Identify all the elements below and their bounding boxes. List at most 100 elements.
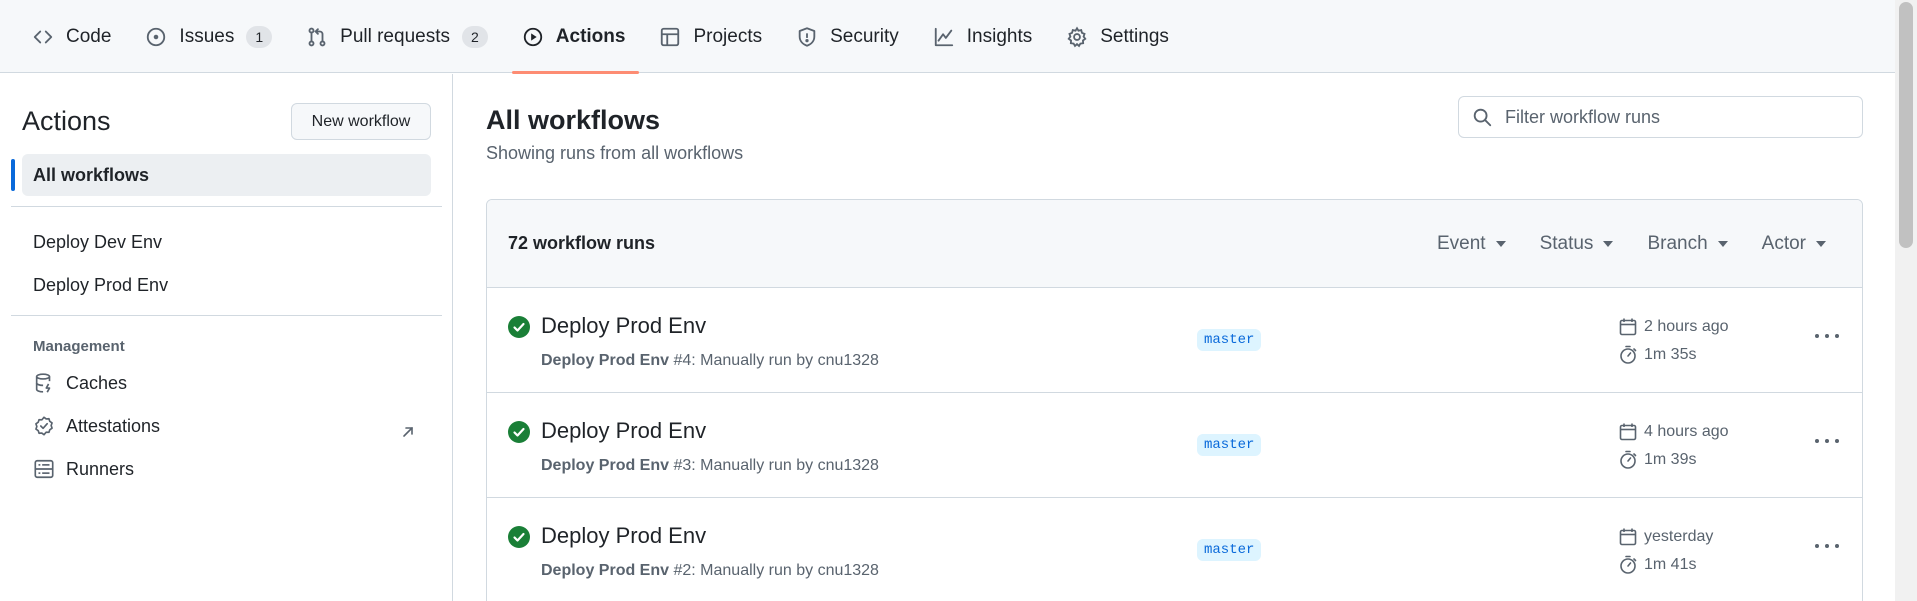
table-icon [659,26,681,48]
search-input[interactable] [1505,106,1845,128]
stopwatch-icon [1620,555,1637,574]
code-icon [32,26,54,48]
tab-security[interactable]: Security [794,0,913,73]
graph-icon [933,26,955,48]
run-duration-text: 1m 39s [1644,451,1697,468]
caret-down-icon [1816,241,1826,247]
run-meta: Deploy Prod Env #2: Manually run by cnu1… [541,562,879,580]
sidebar-divider [11,315,442,316]
sidebar-item-label: Caches [66,372,128,393]
tab-issues[interactable]: Issues 1 [143,0,286,73]
new-workflow-button[interactable]: New workflow [291,103,431,140]
tab-settings[interactable]: Settings [1064,0,1183,73]
calendar-icon [1619,528,1637,546]
gear-icon [1066,26,1088,48]
tab-code[interactable]: Code [30,0,125,73]
scrollbar-thumb[interactable] [1899,2,1913,248]
page-subtitle: Showing runs from all workflows [486,143,744,163]
workflow-run-row: Deploy Prod Env Deploy Prod Env #2: Manu… [487,498,1862,601]
page-scrollbar[interactable] [1895,0,1917,601]
calendar-icon [1619,318,1637,336]
run-options-kebab-icon[interactable] [1812,534,1842,558]
run-options-kebab-icon[interactable] [1812,429,1842,453]
tab-actions[interactable]: Actions [511,0,640,74]
runs-header: 72 workflow runs Event Status Branch Act… [487,200,1862,288]
verified-icon [33,415,55,437]
management-heading: Management [33,338,125,355]
tab-label: Settings [1100,25,1169,47]
sidebar-item-runners[interactable]: Runners [33,458,134,480]
play-icon [522,26,544,48]
workflow-run-row: Deploy Prod Env Deploy Prod Env #4: Manu… [487,288,1862,393]
branch-label[interactable]: master [1197,329,1262,351]
sidebar-item-label: Attestations [66,415,161,436]
run-options-kebab-icon[interactable] [1812,324,1842,348]
filter-branch-dropdown[interactable]: Branch [1647,233,1728,255]
sidebar-item-all-workflows[interactable]: All workflows [11,154,431,196]
success-check-icon [508,316,530,338]
run-detail: #4: Manually run by cnu1328 [673,352,879,369]
run-timestamp: yesterday [1618,527,1713,547]
filter-label: Status [1539,233,1594,254]
pull-requests-count-badge: 2 [461,25,488,48]
filter-label: Actor [1761,233,1806,254]
repo-nav: Code Issues 1 Pull requests 2 Actions Pr… [0,0,1895,74]
run-detail: #2: Manually run by cnu1328 [673,562,879,579]
actions-sidebar: Actions New workflow All workflows Deplo… [0,74,453,601]
run-detail: #3: Manually run by cnu1328 [673,457,879,474]
run-title-link[interactable]: Deploy Prod Env [541,523,706,549]
filter-label: Event [1436,233,1486,254]
runs-filters: Event Status Branch Actor [1403,200,1826,288]
filter-status-dropdown[interactable]: Status [1540,233,1614,255]
stopwatch-icon [1620,345,1637,364]
caret-down-icon [1603,241,1614,247]
run-title-link[interactable]: Deploy Prod Env [541,313,706,339]
workflow-run-row: Deploy Prod Env Deploy Prod Env #3: Manu… [487,393,1862,498]
shield-icon [796,26,818,48]
sidebar-item-caches[interactable]: Caches [33,372,127,394]
branch-label[interactable]: master [1197,434,1262,456]
search-icon [1473,108,1492,127]
runs-count: 72 workflow runs [508,233,656,253]
sidebar-item-deploy-dev-env[interactable]: Deploy Dev Env [33,232,162,253]
sidebar-divider [11,206,442,207]
run-duration-text: 1m 35s [1644,346,1697,363]
stopwatch-icon [1620,450,1637,469]
run-duration: 1m 35s [1618,345,1696,365]
branch-label[interactable]: master [1197,539,1262,561]
filter-label: Branch [1647,233,1708,254]
run-workflow-name: Deploy Prod Env [541,457,670,474]
run-workflow-name: Deploy Prod Env [541,562,670,579]
caret-down-icon [1717,241,1728,247]
run-when-text: 2 hours ago [1644,318,1729,335]
database-icon [33,372,55,394]
tab-label: Actions [555,25,626,47]
run-duration: 1m 41s [1618,555,1696,575]
tab-pull-requests[interactable]: Pull requests 2 [304,0,502,73]
server-icon [33,458,55,480]
sidebar-item-deploy-prod-env[interactable]: Deploy Prod Env [33,275,168,296]
issue-icon [145,26,167,48]
filter-event-dropdown[interactable]: Event [1437,233,1506,255]
tab-label: Pull requests [340,25,450,47]
tab-insights[interactable]: Insights [931,0,1046,73]
tab-label: Insights [966,25,1033,47]
external-link-icon[interactable] [400,424,416,440]
run-meta: Deploy Prod Env #3: Manually run by cnu1… [541,457,879,475]
sidebar-item-attestations[interactable]: Attestations [33,415,160,437]
run-duration: 1m 39s [1618,450,1696,470]
pull-request-icon [306,26,328,48]
caret-down-icon [1495,241,1506,247]
workflow-runs-list: 72 workflow runs Event Status Branch Act… [486,199,1863,601]
filter-actor-dropdown[interactable]: Actor [1762,233,1826,255]
run-title-link[interactable]: Deploy Prod Env [541,418,706,444]
issues-count-badge: 1 [246,25,273,48]
run-when-text: yesterday [1644,528,1714,545]
tab-label: Security [830,25,899,47]
run-timestamp: 4 hours ago [1618,422,1729,442]
tab-label: Code [66,25,112,47]
filter-runs-search [1458,96,1863,138]
tab-projects[interactable]: Projects [657,0,776,73]
sidebar-item-label: Runners [66,458,135,479]
page-title: All workflows [486,105,661,135]
